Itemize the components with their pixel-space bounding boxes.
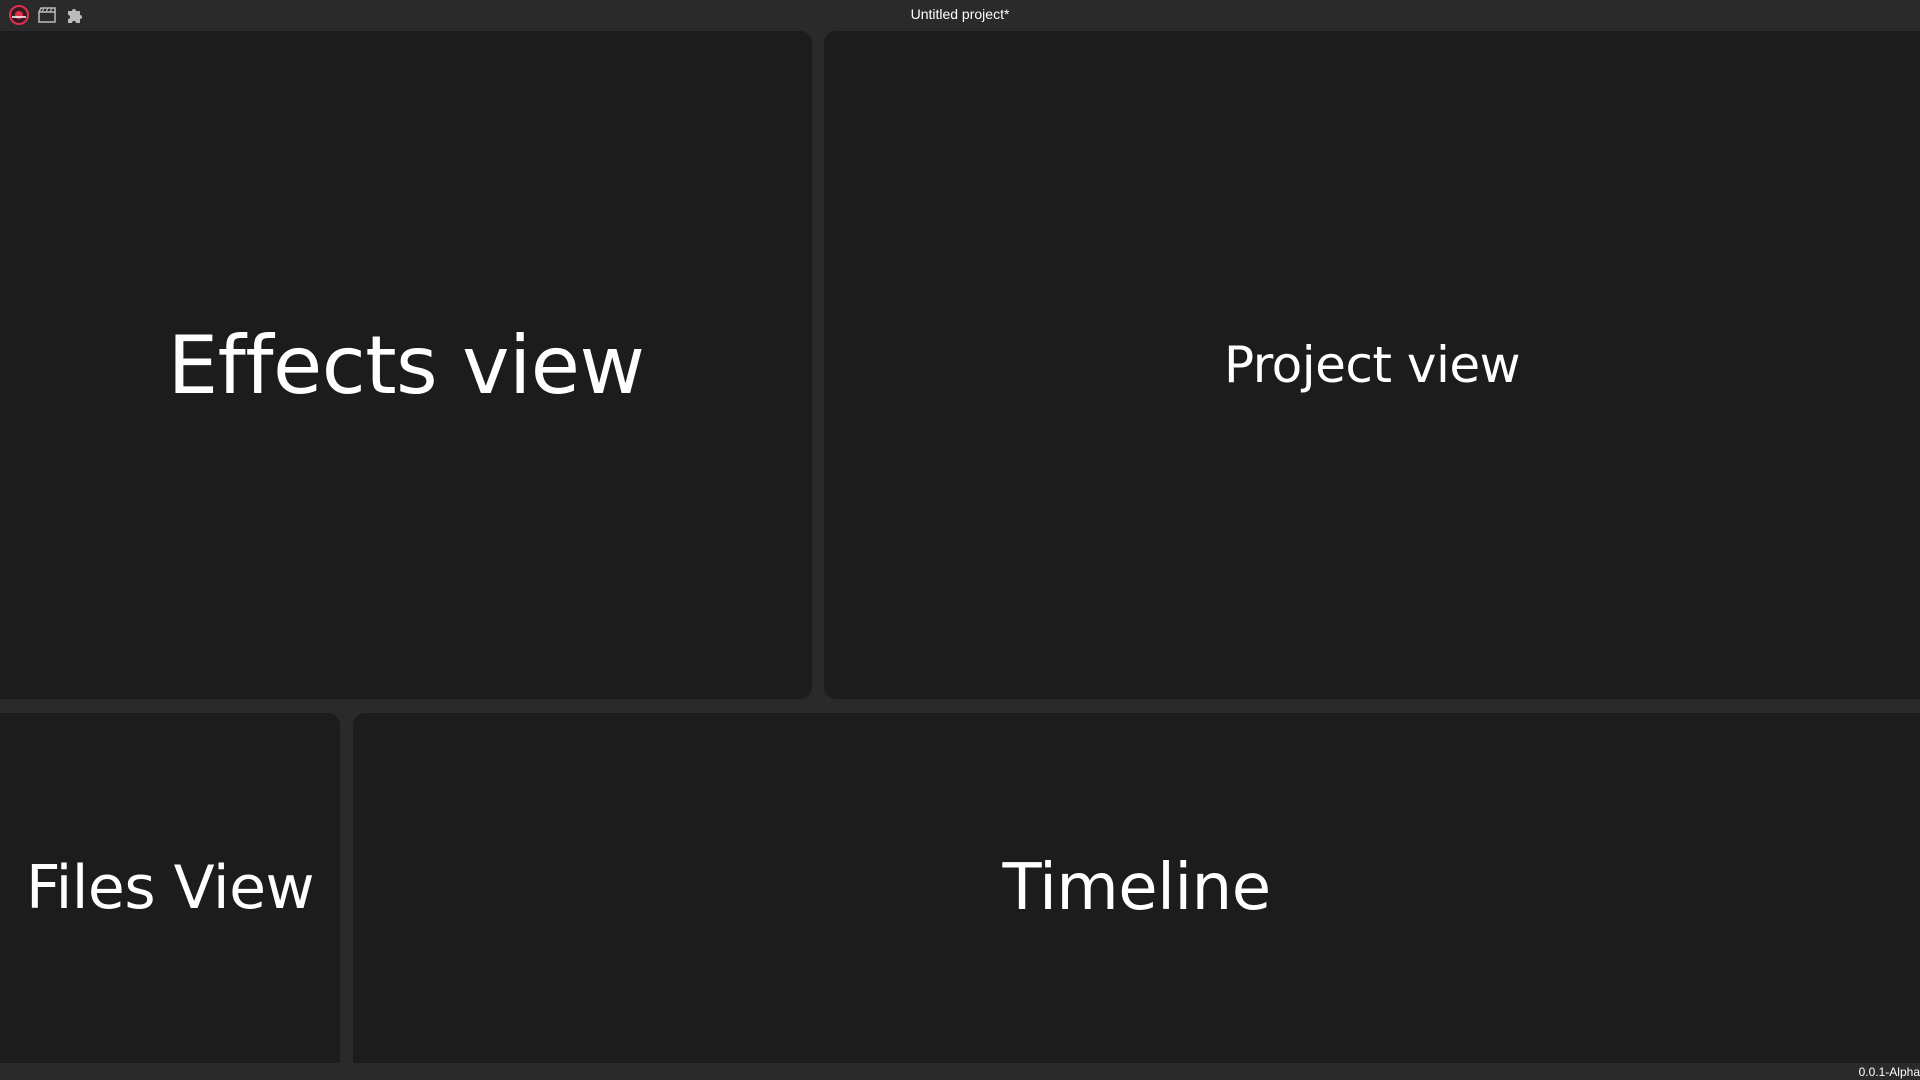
status-bar: 0.0.1-Alpha [0, 1063, 1920, 1080]
window-title: Untitled project* [910, 6, 1010, 22]
files-view-label: Files View [25, 853, 315, 923]
project-view-label: Project view [1223, 336, 1521, 394]
timeline-label: Timeline [1002, 851, 1271, 925]
title-bar: Untitled project* [0, 0, 1920, 30]
app-window: Untitled project* Effects view Project v… [0, 0, 1920, 1080]
project-view-panel[interactable]: Project view [824, 31, 1920, 699]
version-label: 0.0.1-Alpha [1858, 1065, 1920, 1079]
files-view-panel[interactable]: Files View [0, 713, 340, 1063]
timeline-panel[interactable]: Timeline [353, 713, 1920, 1063]
effects-view-panel[interactable]: Effects view [0, 31, 812, 699]
effects-view-label: Effects view [167, 318, 645, 412]
